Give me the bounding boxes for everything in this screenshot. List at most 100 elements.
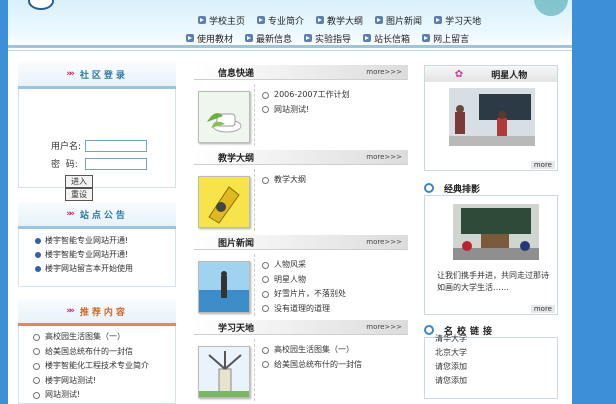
list-item[interactable]: 好雪片片，不落别处 <box>262 287 346 302</box>
username-input[interactable] <box>85 139 147 152</box>
right-column: ✿ 明星人物 more 经典排影 让我们携手并进，共同走过那诗如画的大学生活…… … <box>424 65 558 399</box>
notice-title-text: 站点公告 <box>79 210 128 221</box>
nav-item-intro[interactable]: 专业简介 <box>257 14 304 27</box>
windmill-thumbnail[interactable] <box>198 346 250 398</box>
section-photo-news: 人物风采 明星人物 好雪片片，不落别处 没有道理的道理 <box>194 250 408 320</box>
nav-item-study[interactable]: 学习天地 <box>434 14 481 27</box>
dashed-divider <box>254 84 255 146</box>
section-items: 高校园生活图集（一） 给美国总统布什的一封信 <box>262 343 362 372</box>
classic-title: 经典排影 <box>444 184 481 195</box>
section-title: 学习天地 <box>218 323 255 334</box>
list-item[interactable]: 教学大纲 <box>262 173 306 188</box>
circle-bullet-icon <box>33 348 40 356</box>
yellow-book-thumbnail[interactable] <box>198 176 250 228</box>
list-item[interactable]: 2006-2007工作计划 <box>262 88 350 103</box>
circle-bullet-icon <box>262 361 269 369</box>
recommend-text: 楼宇智能化工程技术专业简介 <box>45 361 149 370</box>
nav-label: 教学大纲 <box>327 16 364 27</box>
item-text: 明星人物 <box>274 274 306 284</box>
nav-item-mailbox[interactable]: 站长信箱 <box>363 32 410 45</box>
circle-bullet-icon <box>262 290 269 298</box>
notice-text: 楼宇智能专业网站开通! <box>45 250 129 259</box>
classroom-photo[interactable] <box>453 204 539 260</box>
nav-item-photo-news[interactable]: 图片新闻 <box>375 14 422 27</box>
double-chevron-icon: »» <box>66 306 74 316</box>
notice-item[interactable]: 楼宇智能专业网站开通! <box>19 234 175 248</box>
more-link[interactable]: more>>> <box>366 153 408 161</box>
beach-thumbnail[interactable] <box>198 261 250 313</box>
school-link[interactable]: 请您添加 <box>435 374 557 388</box>
arrow-icon <box>434 16 443 24</box>
nav-label: 使用教材 <box>197 34 234 45</box>
arrow-icon <box>422 34 431 42</box>
tea-cup-thumbnail[interactable] <box>198 91 250 143</box>
section-items: 2006-2007工作计划 网站测试! <box>262 88 350 117</box>
item-text: 人物风采 <box>274 260 306 269</box>
recommend-title: »» 推荐内容 <box>18 299 176 326</box>
list-item[interactable]: 网站测试! <box>262 103 350 118</box>
nav-item-textbooks[interactable]: 使用教材 <box>186 32 233 45</box>
bullet-icon <box>35 252 41 258</box>
notice-item[interactable]: 楼宇网站留言本开始使用 <box>19 262 175 276</box>
more-link[interactable]: more <box>530 161 555 169</box>
nav-label: 站长信箱 <box>374 34 411 45</box>
dashed-divider <box>254 169 255 231</box>
nav-item-syllabus[interactable]: 教学大纲 <box>316 14 363 27</box>
nav-item-guestbook[interactable]: 网上留言 <box>422 32 469 45</box>
recommend-item[interactable]: 网站测试! <box>19 388 175 403</box>
dashed-divider <box>254 339 255 401</box>
recommend-text: 楼宇网站测试! <box>45 375 97 385</box>
nav-item-home[interactable]: 学校主页 <box>198 14 245 27</box>
username-label: 用户名: <box>51 142 82 152</box>
school-link[interactable]: 请您添加 <box>435 360 557 374</box>
login-button[interactable]: 进入 <box>65 175 93 188</box>
list-item[interactable]: 明星人物 <box>262 273 346 288</box>
list-item[interactable]: 人物风采 <box>262 258 346 273</box>
school-link[interactable]: 北京大学 <box>435 346 557 360</box>
arrow-icon <box>198 16 206 24</box>
recommend-item[interactable]: 高校园生活图集（一） <box>19 330 175 345</box>
notice-list: 楼宇智能专业网站开通! 楼宇智能专业网站开通! 楼宇网站留言本开始使用 <box>18 229 176 287</box>
notice-item[interactable]: 楼宇智能专业网站开通! <box>19 248 175 262</box>
school-link[interactable]: 清华大学 <box>435 332 557 346</box>
double-chevron-icon: »» <box>66 69 74 79</box>
list-item[interactable]: 高校园生活图集（一） <box>262 343 362 358</box>
nav-item-labs[interactable]: 实验指导 <box>304 32 351 45</box>
recommend-item[interactable]: 给美国总统布什的一封信 <box>19 345 175 360</box>
password-row: 密 码: <box>51 157 147 170</box>
nav-label: 学习天地 <box>445 16 482 27</box>
password-input[interactable] <box>85 157 147 170</box>
section-header-photo-news: 图片新闻 more>>> <box>194 235 408 250</box>
list-item[interactable]: 没有道理的道理 <box>262 302 346 317</box>
item-text: 2006-2007工作计划 <box>274 90 350 99</box>
recommend-item[interactable]: 楼宇智能化工程技术专业简介 <box>19 359 175 374</box>
classic-caption: 让我们携手并进，共同走过那诗如画的大学生活…… <box>437 271 549 292</box>
section-title: 信息快递 <box>218 68 255 79</box>
more-link[interactable]: more>>> <box>366 68 408 76</box>
section-title: 教学大纲 <box>218 153 255 164</box>
list-item[interactable]: 给美国总统布什的一封信 <box>262 358 362 373</box>
circle-bullet-icon <box>262 261 269 269</box>
left-column: »» 社区登录 用户名: 密 码: 进入 重设 »» 站点公告 楼宇智能专业网站开通… <box>18 62 176 404</box>
nav-item-latest[interactable]: 最新信息 <box>245 32 292 45</box>
section-items: 人物风采 明星人物 好雪片片，不落别处 没有道理的道理 <box>262 258 346 316</box>
star-title: 明星人物 <box>491 70 528 81</box>
arrow-icon <box>245 34 254 42</box>
nav-label: 网上留言 <box>433 34 470 45</box>
reset-button[interactable]: 重设 <box>65 188 93 201</box>
page: 学校主页 专业简介 教学大纲 图片新闻 学习天地 使用教材 最新信息 实验指导 … <box>8 0 572 404</box>
nav-label: 专业简介 <box>268 16 305 27</box>
recommend-item[interactable]: 楼宇网站测试! <box>19 374 175 389</box>
star-card: ✿ 明星人物 more <box>424 65 558 171</box>
more-link[interactable]: more>>> <box>366 238 408 246</box>
schools-list: 清华大学 北京大学 请您添加 请您添加 <box>424 334 558 399</box>
nav-label: 学校主页 <box>209 16 246 27</box>
star-photo[interactable] <box>449 88 535 146</box>
more-link[interactable]: more <box>530 305 555 313</box>
arrow-icon <box>375 16 384 24</box>
section-header-info: 信息快递 more>>> <box>194 65 408 80</box>
more-link[interactable]: more>>> <box>366 323 408 331</box>
middle-column: 信息快递 more>>> 2006-2007工作计划 网站测试! 教学大纲 more… <box>194 65 408 404</box>
recommend-title-text: 推荐内容 <box>79 307 128 318</box>
palm-leaf-decoration <box>534 0 568 16</box>
